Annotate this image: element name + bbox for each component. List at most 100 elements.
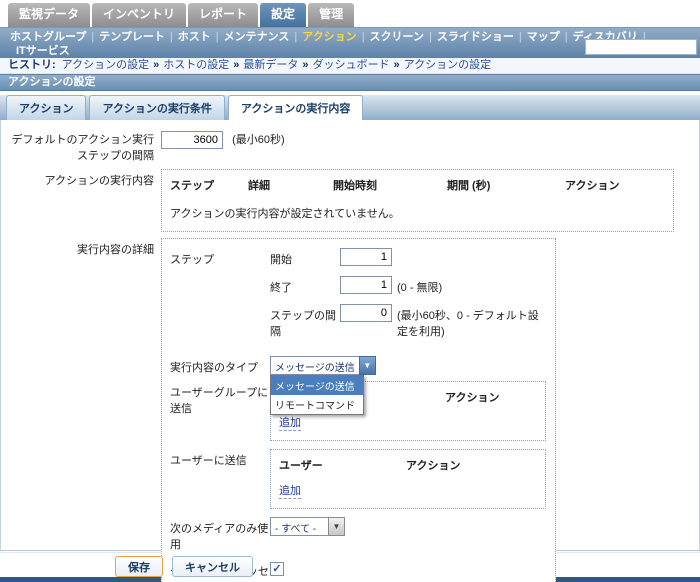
- page-title-bar: アクションの設定: [0, 74, 700, 91]
- breadcrumb-link[interactable]: ダッシュボード: [313, 59, 390, 71]
- default-interval-row: デフォルトのアクション実行ステップの間隔 (最小60秒): [1, 128, 699, 163]
- media-value: - すべて -: [270, 517, 328, 536]
- send-to-users-label: ユーザーに送信: [170, 455, 247, 467]
- submenu-separator: |: [518, 31, 522, 43]
- tab-operations[interactable]: アクションの実行内容: [227, 95, 364, 120]
- operation-details-label: 実行内容の詳細: [77, 244, 154, 256]
- breadcrumb: ヒストリ: アクションの設定» ホストの設定» 最新データ» ダッシュボード» アクション…: [0, 58, 700, 74]
- breadcrumb-separator: »: [233, 59, 240, 71]
- operation-type-value: メッセージの送信: [270, 356, 359, 375]
- form-content: デフォルトのアクション実行ステップの間隔 (最小60秒) アクションの実行内容 …: [0, 120, 700, 582]
- submenu-separator: |: [429, 31, 432, 43]
- add-user-group-link[interactable]: 追加: [279, 417, 301, 431]
- step-to-hint: (0 - 無限): [397, 282, 443, 294]
- menu-administration[interactable]: 管理: [308, 3, 355, 27]
- default-message-checkbox[interactable]: [270, 562, 284, 576]
- operation-details-row: 実行内容の詳細 ステップ 開始 終了: [1, 238, 699, 582]
- add-user-link[interactable]: 追加: [279, 485, 301, 499]
- menu-inventory[interactable]: インベントリ: [92, 3, 187, 27]
- menu-configuration[interactable]: 設定: [260, 3, 307, 27]
- step-interval-input[interactable]: [340, 304, 392, 322]
- step-to-row: 終了 (0 - 無限): [270, 276, 547, 295]
- send-to-users-header: ユーザー アクション: [279, 457, 537, 473]
- step-from-label: 開始: [270, 254, 292, 266]
- operations-row: アクションの実行内容 ステップ 詳細 開始時刻 期間 (秒) アクション アクシ…: [1, 169, 699, 232]
- step-label: ステップ: [170, 254, 214, 266]
- operations-label: アクションの実行内容: [44, 175, 154, 187]
- send-to-users-row: ユーザーに送信 ユーザー アクション 追加: [170, 449, 547, 509]
- step-from-row: 開始: [270, 248, 547, 267]
- send-to-groups-label: ユーザーグループに送信: [170, 387, 269, 415]
- operation-type-label: 実行内容のタイプ: [170, 362, 258, 374]
- submenu-maps[interactable]: マップ: [527, 31, 560, 43]
- submenu-separator: |: [169, 31, 173, 43]
- operation-type-row: 実行内容のタイプ メッセージの送信 ▼ メッセージの送信 リモートコマンド: [170, 356, 547, 415]
- submenu-hosts[interactable]: ホスト: [178, 31, 211, 43]
- submenu-host-groups[interactable]: ホストグループ: [10, 31, 86, 43]
- breadcrumb-link[interactable]: 最新データ: [243, 59, 298, 71]
- page-title: アクションの設定: [8, 76, 96, 88]
- col-step: ステップ: [170, 180, 214, 192]
- history-label: ヒストリ:: [8, 59, 56, 71]
- save-button[interactable]: 保存: [115, 556, 163, 577]
- default-interval-input[interactable]: [161, 131, 223, 149]
- submenu-maintenance[interactable]: メンテナンス: [224, 31, 290, 43]
- sub-menu: ホストグループ | テンプレート | ホスト | メンテナンス | アクション | スクリーン | スラ…: [0, 27, 700, 58]
- main-menu: 監視データ インベントリ レポート 設定 管理: [0, 0, 700, 27]
- step-row: ステップ 開始 終了 (0 - 無限): [170, 248, 547, 348]
- step-to-input[interactable]: [340, 276, 392, 294]
- zabbix-action-config-page: 監視データ インベントリ レポート 設定 管理 ホストグループ | テンプレート | ホ…: [0, 0, 700, 582]
- operation-details-box: ステップ 開始 終了 (0 - 無限): [161, 238, 556, 582]
- operations-table-header: ステップ 詳細 開始時刻 期間 (秒) アクション: [170, 177, 665, 193]
- dropdown-option-remote-command[interactable]: リモートコマンド: [271, 395, 363, 414]
- breadcrumb-separator: »: [393, 59, 400, 71]
- breadcrumb-separator: »: [153, 59, 160, 71]
- submenu-slideshows[interactable]: スライドショー: [437, 31, 514, 43]
- tab-action[interactable]: アクション: [6, 95, 87, 120]
- dropdown-option-send-message[interactable]: メッセージの送信: [271, 376, 363, 395]
- step-from-input[interactable]: [340, 248, 392, 266]
- operation-type-select[interactable]: メッセージの送信 ▼ メッセージの送信 リモートコマンド: [270, 356, 376, 415]
- col-user: ユーザー: [279, 460, 323, 472]
- default-interval-label: デフォルトのアクション実行ステップの間隔: [11, 134, 154, 162]
- submenu-separator: |: [361, 31, 365, 43]
- col-action: アクション: [565, 180, 620, 192]
- media-select[interactable]: - すべて - ▼: [270, 517, 345, 536]
- send-to-users-table: ユーザー アクション 追加: [270, 449, 546, 509]
- submenu-separator: |: [215, 31, 219, 43]
- submenu-templates[interactable]: テンプレート: [99, 31, 165, 43]
- col-start: 開始時刻: [333, 180, 377, 192]
- search-input[interactable]: [585, 39, 697, 55]
- step-interval-label: ステップの間隔: [270, 310, 336, 338]
- cancel-button[interactable]: キャンセル: [172, 556, 253, 577]
- default-interval-hint: (最小60秒): [232, 134, 285, 146]
- breadcrumb-link[interactable]: アクションの設定: [404, 59, 491, 71]
- operation-type-dropdown: メッセージの送信 リモートコマンド: [270, 375, 364, 415]
- col-duration: 期間 (秒): [447, 180, 491, 192]
- breadcrumb-link[interactable]: ホストの設定: [163, 59, 229, 71]
- breadcrumb-link[interactable]: アクションの設定: [62, 59, 149, 71]
- menu-monitoring[interactable]: 監視データ: [8, 3, 91, 27]
- operations-empty-text: アクションの実行内容が設定されていません。: [170, 208, 400, 220]
- media-label: 次のメディアのみ使用: [170, 523, 269, 551]
- tab-strip: アクション アクションの実行条件 アクションの実行内容: [0, 95, 700, 120]
- menu-reports[interactable]: レポート: [188, 3, 259, 27]
- step-interval-row: ステップの間隔 (最小60秒、0 - デフォルト設定を利用): [270, 304, 547, 339]
- breadcrumb-separator: »: [302, 59, 309, 71]
- step-interval-hint: (最小60秒、0 - デフォルト設定を利用): [397, 310, 539, 338]
- chevron-down-icon[interactable]: ▼: [328, 517, 345, 536]
- col-details: 詳細: [248, 180, 270, 192]
- submenu-separator: |: [564, 31, 568, 43]
- chevron-down-icon[interactable]: ▼: [358, 356, 376, 375]
- media-row: 次のメディアのみ使用 - すべて - ▼: [170, 517, 547, 552]
- col-action: アクション: [445, 392, 500, 404]
- step-to-label: 終了: [270, 282, 292, 294]
- submenu-screens[interactable]: スクリーン: [370, 31, 424, 43]
- col-action: アクション: [406, 460, 461, 472]
- submenu-separator: |: [294, 31, 298, 43]
- submenu-actions[interactable]: アクション: [302, 31, 356, 43]
- operations-table: ステップ 詳細 開始時刻 期間 (秒) アクション アクションの実行内容が設定さ…: [161, 169, 674, 232]
- submenu-it-services[interactable]: ITサービス: [16, 45, 70, 57]
- tab-conditions[interactable]: アクションの実行条件: [89, 95, 225, 120]
- submenu-separator: |: [91, 31, 95, 43]
